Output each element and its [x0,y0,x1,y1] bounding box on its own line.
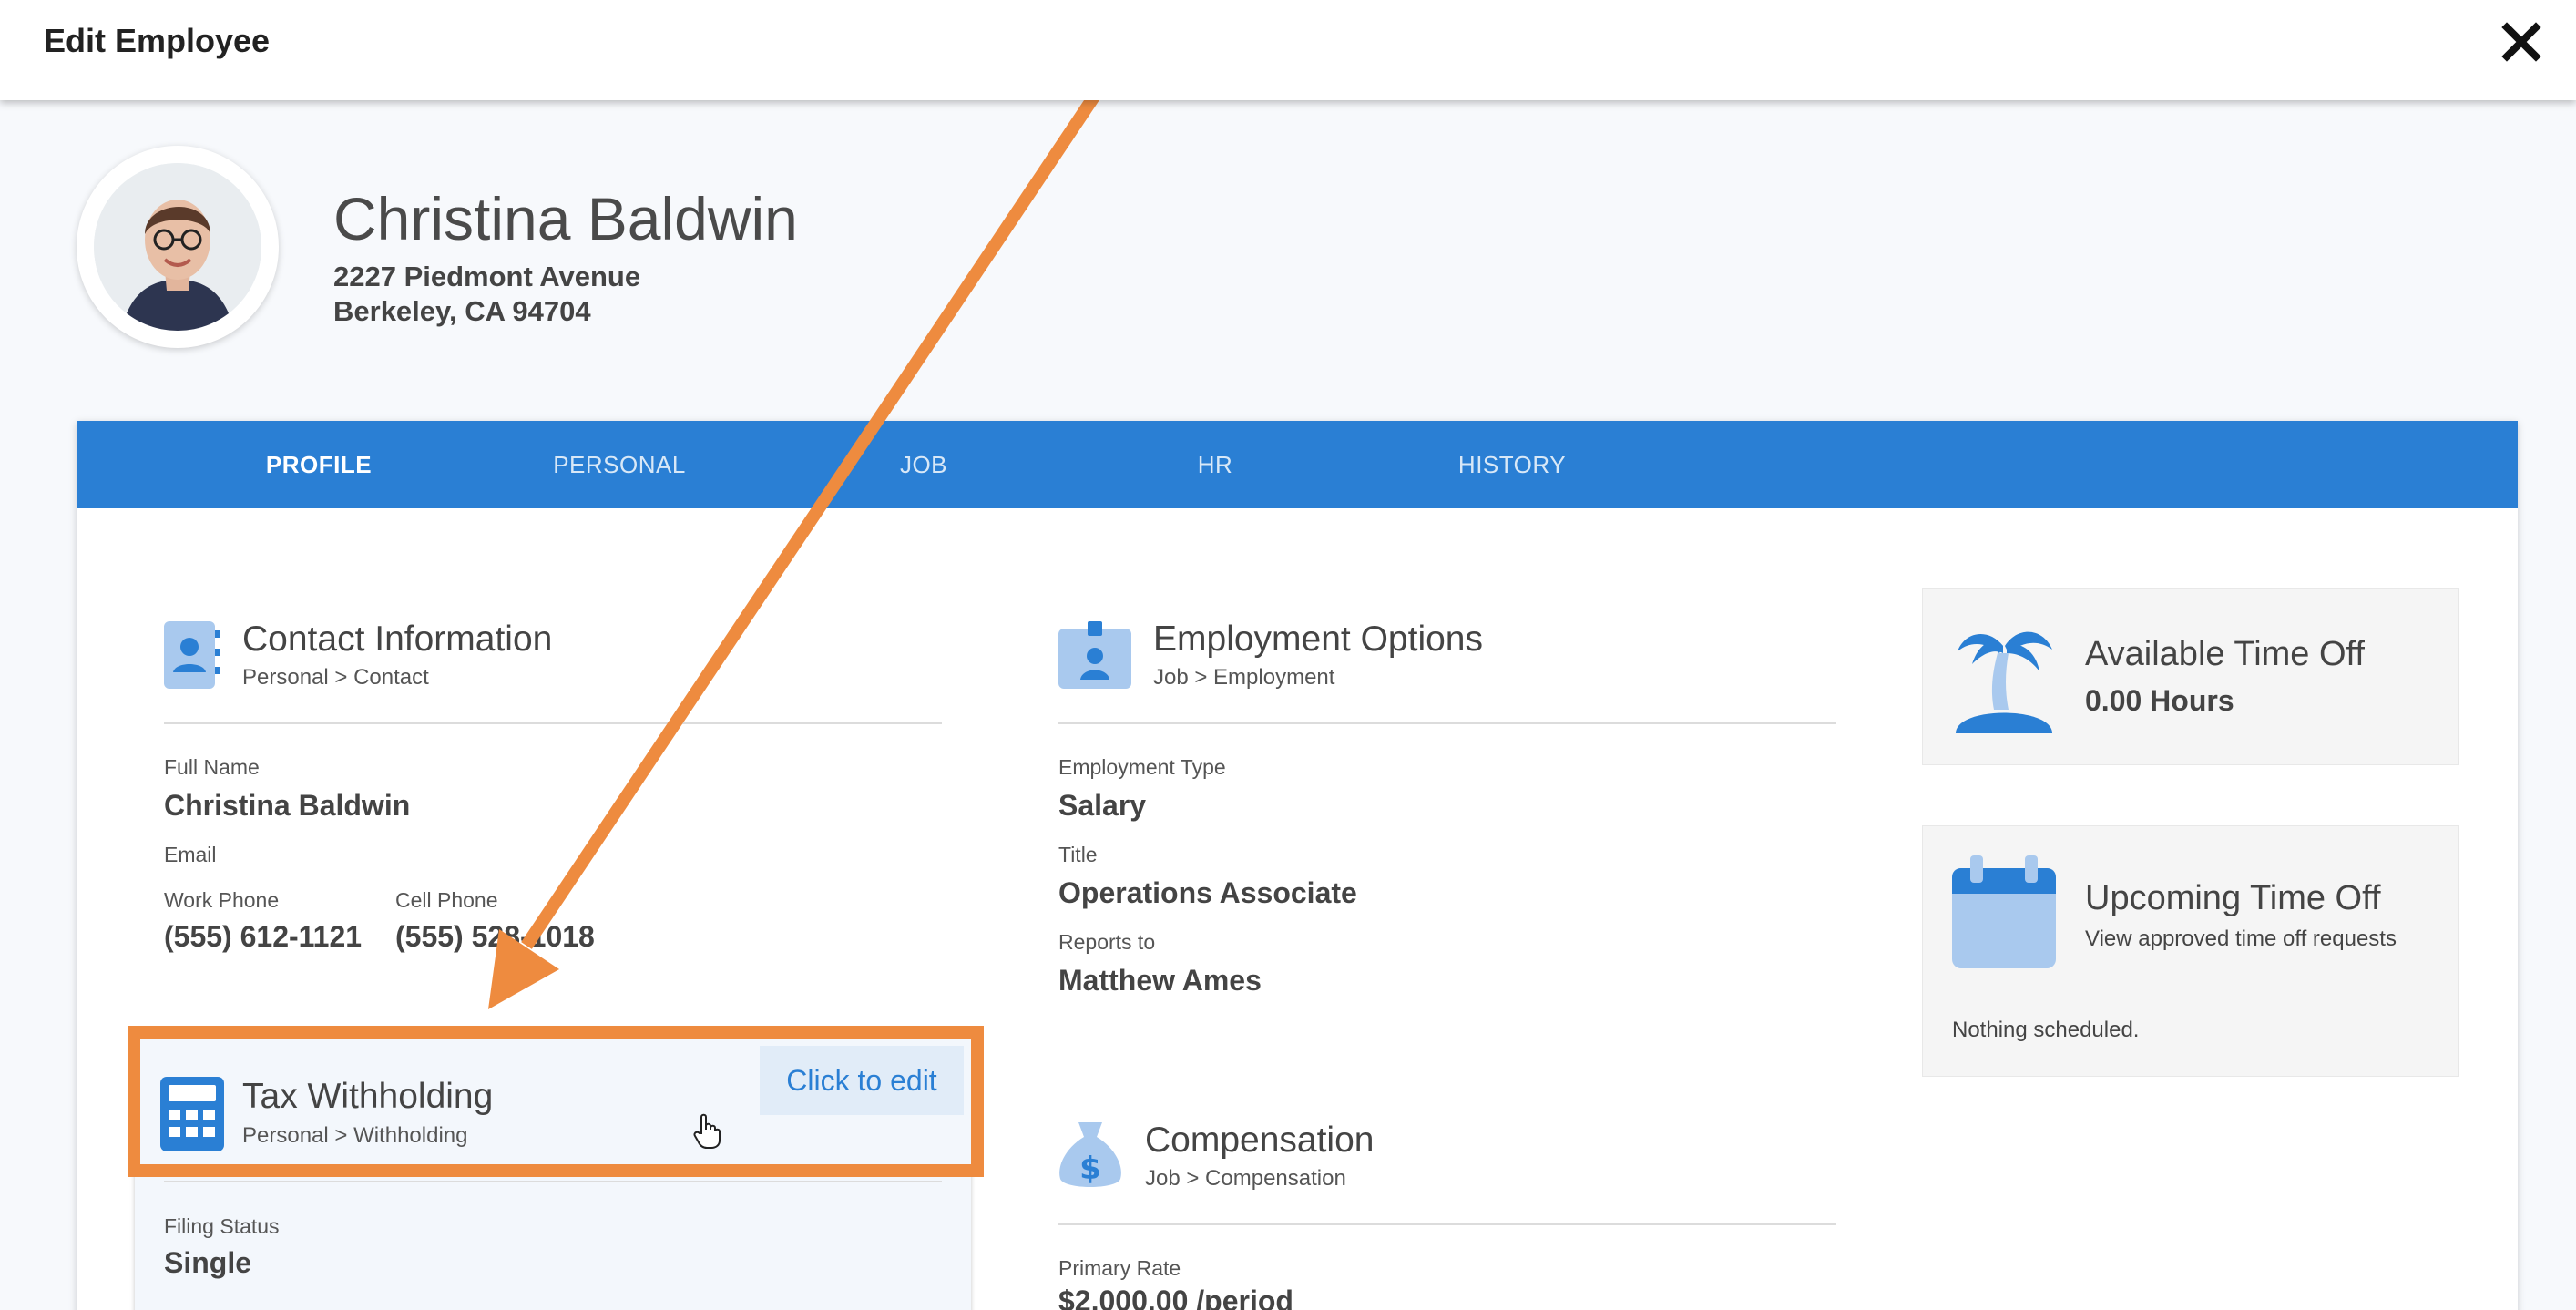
tab-hr[interactable]: HR [1160,421,1270,508]
id-badge-icon [1058,621,1131,693]
tab-job[interactable]: JOB [860,421,987,508]
compensation-section-title: Compensation [1145,1121,1375,1160]
contact-divider [164,722,942,724]
tab-history[interactable]: HISTORY [1430,421,1594,508]
employment-section-title: Employment Options [1153,619,1483,659]
filing-status-value: Single [164,1246,252,1279]
compensation-divider [1058,1223,1836,1225]
contact-section-breadcrumb[interactable]: Personal > Contact [242,665,429,691]
click-to-edit-button[interactable]: Click to edit [760,1046,964,1115]
tab-personal[interactable]: PERSONAL [537,421,701,508]
cell-phone-label: Cell Phone [395,888,498,912]
job-title-value: Operations Associate [1058,876,1357,909]
primary-rate-label: Primary Rate [1058,1256,1181,1280]
employee-name: Christina Baldwin [333,185,798,252]
email-label: Email [164,843,217,866]
filing-status-label: Filing Status [164,1214,280,1238]
cell-phone-value: (555) 528-1018 [395,920,595,953]
avatar-photo [94,163,261,331]
dialog-title: Edit Employee [44,22,271,59]
available-time-off-hours: 0.00 Hours [2085,684,2234,717]
reports-to-label: Reports to [1058,930,1156,954]
upcoming-time-off-card[interactable]: Upcoming Time Off View approved time off… [1922,825,2459,1077]
available-time-off-card[interactable]: Available Time Off 0.00 Hours [1922,588,2459,765]
job-title-label: Title [1058,843,1098,866]
employment-type-value: Salary [1058,789,1147,822]
calculator-icon [160,1077,224,1156]
contact-section-title: Contact Information [242,619,553,659]
palm-tree-icon [1952,619,2056,740]
upcoming-time-off-title: Upcoming Time Off [2085,879,2381,917]
dialog-header: Edit Employee [0,0,2576,100]
compensation-section-breadcrumb[interactable]: Job > Compensation [1145,1166,1346,1192]
upcoming-time-off-empty: Nothing scheduled. [1952,1018,2140,1042]
full-name-value: Christina Baldwin [164,789,411,822]
reports-to-value: Matthew Ames [1058,964,1262,997]
tab-profile[interactable]: PROFILE [246,421,392,508]
tax-divider [164,1181,942,1182]
tab-bar: PROFILE PERSONAL JOB HR HISTORY [77,421,2518,508]
contact-book-icon [164,621,222,693]
work-phone-label: Work Phone [164,888,280,912]
tax-section-breadcrumb[interactable]: Personal > Withholding [242,1123,467,1149]
employment-section-breadcrumb[interactable]: Job > Employment [1153,665,1334,691]
employment-type-label: Employment Type [1058,755,1226,779]
tax-section-title: Tax Withholding [242,1077,494,1116]
svg-text:$: $ [1079,1151,1101,1187]
avatar [77,146,279,348]
full-name-label: Full Name [164,755,260,779]
primary-rate-value: $2,000.00 /period [1058,1284,1293,1310]
employee-address-line2: Berkeley, CA 94704 [333,295,591,327]
upcoming-time-off-subtitle: View approved time off requests [2085,926,2397,951]
available-time-off-title: Available Time Off [2085,635,2365,673]
work-phone-value: (555) 612-1121 [164,920,363,953]
hand-cursor-icon [692,1113,723,1154]
employment-divider [1058,722,1836,724]
employee-address-line1: 2227 Piedmont Avenue [333,261,641,292]
close-icon[interactable] [2499,20,2543,64]
calendar-icon [1952,855,2056,973]
money-bag-icon: $ [1057,1121,1124,1196]
